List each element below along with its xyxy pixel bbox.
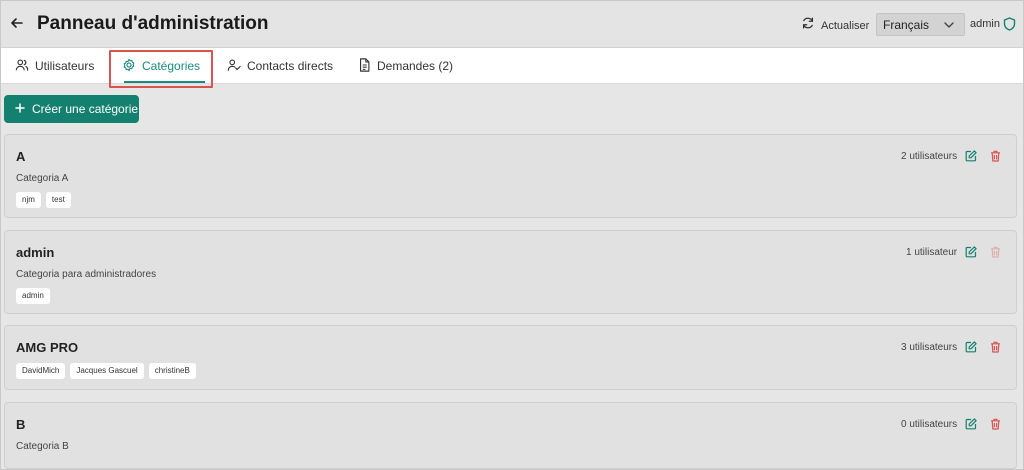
category-name: B (16, 417, 26, 432)
edit-icon[interactable] (965, 340, 977, 358)
create-category-label: Créer une catégorie (32, 102, 139, 116)
current-user[interactable]: admin (970, 18, 1000, 30)
tab-requests[interactable]: Demandes (2) (358, 48, 453, 84)
tab-bar: Utilisateurs Catégories Contacts directs… (1, 48, 1023, 88)
user-chip: christineB (148, 363, 196, 379)
category-card: A Categoria A njm test 2 utilisateurs (4, 134, 1017, 218)
refresh-button[interactable]: Actualiser (801, 16, 869, 35)
category-description: Categoria B (16, 441, 69, 452)
category-name: A (16, 149, 26, 164)
tab-requests-label: Demandes (2) (377, 59, 454, 73)
category-name: AMG PRO (16, 340, 79, 355)
tab-direct-contacts[interactable]: Contacts directs (227, 48, 333, 84)
trash-icon[interactable] (990, 340, 1001, 358)
tab-users-label: Utilisateurs (35, 59, 95, 73)
category-name: admin (16, 245, 55, 260)
user-count: 2 utilisateurs (901, 151, 958, 162)
document-icon (358, 57, 371, 75)
user-chips: admin (16, 288, 50, 304)
user-count: 3 utilisateurs (901, 342, 958, 353)
user-chip: admin (16, 288, 50, 304)
app-header: Panneau d'administration Actualiser Fran… (1, 1, 1023, 48)
highlight-box (109, 50, 213, 88)
category-card: AMG PRO DavidMich Jacques Gascuel christ… (4, 325, 1017, 390)
create-category-button[interactable]: Créer une catégorie (4, 95, 139, 123)
category-card: B Categoria B 0 utilisateurs (4, 402, 1017, 469)
trash-icon[interactable] (990, 245, 1001, 263)
chevron-down-icon (943, 19, 955, 34)
edit-icon[interactable] (965, 149, 977, 167)
tab-users[interactable]: Utilisateurs (15, 48, 94, 84)
page-title: Panneau d'administration (37, 13, 269, 34)
shield-icon (1003, 17, 1016, 36)
category-description: Categoria para administradores (16, 269, 157, 280)
edit-icon[interactable] (965, 417, 977, 435)
language-select[interactable]: Français (876, 13, 965, 36)
user-count: 1 utilisateur (906, 247, 958, 258)
user-check-icon (227, 58, 241, 75)
tab-direct-contacts-label: Contacts directs (247, 59, 334, 73)
user-chips: DavidMich Jacques Gascuel christineB (16, 363, 196, 379)
user-chip: Jacques Gascuel (70, 363, 144, 379)
refresh-icon (801, 16, 815, 35)
back-arrow-icon[interactable] (9, 15, 25, 31)
plus-icon (15, 102, 25, 116)
refresh-label: Actualiser (821, 19, 870, 32)
category-card: admin Categoria para administradores adm… (4, 230, 1017, 314)
user-count: 0 utilisateurs (901, 419, 958, 430)
users-icon (15, 58, 29, 75)
trash-icon[interactable] (990, 417, 1001, 435)
user-chips: njm test (16, 192, 71, 208)
user-chip: njm (16, 192, 41, 208)
category-description: Categoria A (16, 173, 69, 184)
user-chip: test (45, 192, 71, 208)
user-chip: DavidMich (16, 363, 66, 379)
language-value: Français (883, 17, 930, 32)
trash-icon[interactable] (990, 149, 1001, 167)
edit-icon[interactable] (965, 245, 977, 263)
